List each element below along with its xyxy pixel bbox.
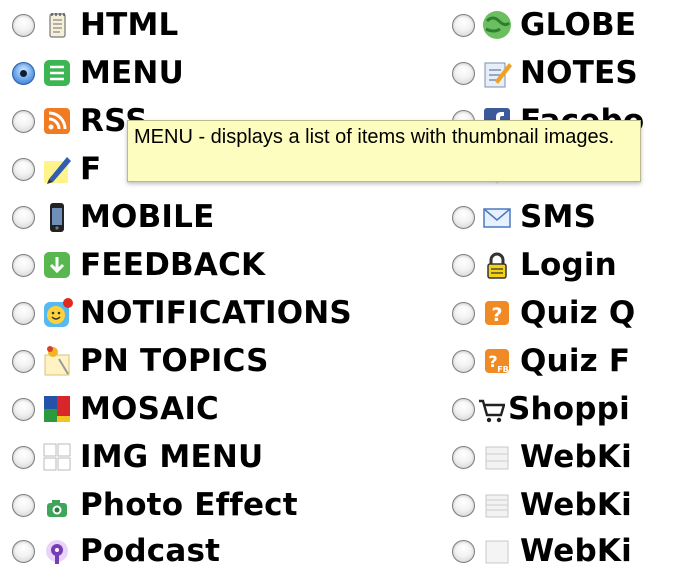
option-podcast[interactable]: Podcast (12, 528, 220, 574)
cart-icon (477, 393, 506, 425)
feedback-icon (41, 249, 73, 281)
radio-photo-effect[interactable] (12, 493, 35, 517)
option-webkit-3[interactable]: WebKi (452, 528, 632, 574)
option-notifications[interactable]: NOTIFICATIONS (12, 290, 352, 336)
svg-text:?: ? (491, 304, 502, 326)
radio-shopping[interactable] (452, 397, 475, 421)
pencil-icon (41, 153, 73, 185)
option-webkit-1[interactable]: WebKi (452, 434, 632, 480)
radio-webkit-2[interactable] (452, 493, 475, 517)
tooltip-menu-description: MENU - displays a list of items with thu… (127, 120, 641, 182)
option-label: NOTIFICATIONS (80, 295, 352, 331)
option-label: FEEDBACK (80, 247, 266, 283)
rss-icon (41, 105, 73, 137)
option-webkit-2[interactable]: WebKi (452, 482, 632, 528)
quiz-fb-icon: ? FB (481, 345, 513, 377)
option-sms[interactable]: SMS (452, 194, 596, 240)
option-html[interactable]: HTML (12, 2, 179, 48)
camera-icon (41, 489, 73, 521)
webkit-icon (481, 535, 513, 567)
pn-topics-icon (41, 345, 73, 377)
option-label: Shoppi (508, 391, 630, 427)
option-label: GLOBE (520, 7, 637, 43)
webkit-icon (481, 441, 513, 473)
option-label: Podcast (80, 533, 221, 569)
option-label: MOBILE (80, 199, 215, 235)
menu-list-icon (41, 57, 73, 89)
radio-f[interactable] (12, 157, 35, 181)
radio-webkit-1[interactable] (452, 445, 475, 469)
option-label: F (80, 151, 102, 187)
option-label: Quiz Q (520, 295, 636, 331)
option-img-menu[interactable]: IMG MENU (12, 434, 263, 480)
radio-img-menu[interactable] (12, 445, 35, 469)
option-label: WebKi (520, 487, 632, 523)
option-mobile[interactable]: MOBILE (12, 194, 215, 240)
podcast-icon (41, 535, 73, 567)
notification-icon (41, 297, 73, 329)
envelope-icon (481, 201, 513, 233)
option-label: IMG MENU (80, 439, 264, 475)
option-label: Photo Effect (80, 487, 298, 523)
option-label: WebKi (520, 533, 632, 569)
svg-text:FB: FB (497, 365, 509, 374)
option-label: NOTES (520, 55, 638, 91)
radio-notifications[interactable] (12, 301, 35, 325)
radio-sms[interactable] (452, 205, 475, 229)
option-label: Quiz F (520, 343, 631, 379)
radio-rss[interactable] (12, 109, 35, 133)
option-f[interactable]: F (12, 146, 101, 192)
option-label: MOSAIC (80, 391, 220, 427)
radio-login[interactable] (452, 253, 475, 277)
radio-menu[interactable] (12, 61, 35, 85)
option-quiz-q[interactable]: ? Quiz Q (452, 290, 635, 336)
option-label: PN TOPICS (80, 343, 269, 379)
option-feedback[interactable]: FEEDBACK (12, 242, 265, 288)
radio-html[interactable] (12, 13, 35, 37)
globe-icon (481, 9, 513, 41)
option-pn-topics[interactable]: PN TOPICS (12, 338, 269, 384)
img-menu-icon (41, 441, 73, 473)
option-label: WebKi (520, 439, 632, 475)
radio-podcast[interactable] (12, 539, 35, 563)
phone-icon (41, 201, 73, 233)
option-label: Login (520, 247, 617, 283)
lock-icon (481, 249, 513, 281)
option-login[interactable]: Login (452, 242, 617, 288)
option-quiz-f[interactable]: ? FB Quiz F (452, 338, 630, 384)
radio-pn-topics[interactable] (12, 349, 35, 373)
notepad-icon (41, 9, 73, 41)
radio-quiz-f[interactable] (452, 349, 475, 373)
option-label: MENU (80, 55, 184, 91)
radio-mosaic[interactable] (12, 397, 35, 421)
radio-mobile[interactable] (12, 205, 35, 229)
option-label: SMS (520, 199, 597, 235)
option-mosaic[interactable]: MOSAIC (12, 386, 219, 432)
webkit-icon (481, 489, 513, 521)
option-globe[interactable]: GLOBE (452, 2, 636, 48)
radio-webkit-3[interactable] (452, 539, 475, 563)
quiz-icon: ? (481, 297, 513, 329)
option-label: HTML (80, 7, 179, 43)
radio-notes[interactable] (452, 61, 475, 85)
radio-quiz-q[interactable] (452, 301, 475, 325)
radio-feedback[interactable] (12, 253, 35, 277)
option-photo-effect[interactable]: Photo Effect (12, 482, 298, 528)
mosaic-icon (41, 393, 73, 425)
option-menu[interactable]: MENU (12, 50, 184, 96)
option-notes[interactable]: NOTES (452, 50, 638, 96)
radio-globe[interactable] (452, 13, 475, 37)
option-shopping[interactable]: Shoppi (452, 386, 630, 432)
notes-icon (481, 57, 513, 89)
